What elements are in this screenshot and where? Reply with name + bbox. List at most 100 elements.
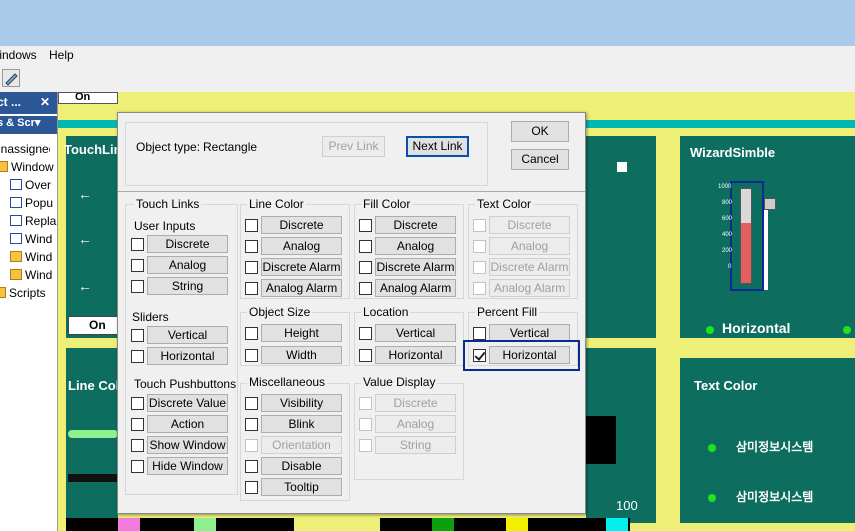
ui-discrete-button[interactable]: Discrete [147, 235, 228, 253]
next-link-button[interactable]: Next Link [406, 136, 469, 157]
fc-discrete-button[interactable]: Discrete [375, 216, 456, 234]
m-disable-button[interactable]: Disable [261, 457, 342, 475]
m-blink-checkbox[interactable] [245, 418, 258, 431]
os-width-checkbox[interactable] [245, 349, 258, 362]
tp-discrete-value-checkbox[interactable] [131, 397, 144, 410]
loc-horizontal-button[interactable]: Horizontal [375, 346, 456, 364]
swatch-pink[interactable] [118, 518, 140, 531]
swatch-cyan[interactable] [606, 518, 628, 531]
vd-discrete-button[interactable]: Discrete [375, 394, 456, 412]
txc-analog-button[interactable]: Analog [489, 237, 570, 255]
fc-discrete-alarm-checkbox[interactable] [359, 261, 372, 274]
close-icon[interactable]: ✕ [40, 95, 50, 109]
m-disable-checkbox[interactable] [245, 460, 258, 473]
m-blink-button[interactable]: Blink [261, 415, 342, 433]
wizard-gauge[interactable]: 1000 800 600 400 200 0 [718, 181, 764, 291]
fc-analog-checkbox[interactable] [359, 240, 372, 253]
fc-analog-alarm-checkbox[interactable] [359, 282, 372, 295]
fc-discrete-alarm-button[interactable]: Discrete Alarm [375, 258, 456, 276]
ui-analog-checkbox[interactable] [131, 259, 144, 272]
os-height-button[interactable]: Height [261, 324, 342, 342]
tp-show-window-checkbox[interactable] [131, 439, 144, 452]
tree-tab[interactable]: s & Scr▾ [0, 116, 57, 134]
loc-horizontal-label: Horizontal [388, 348, 443, 362]
m-orientation-button[interactable]: Orientation [261, 436, 342, 454]
swatch-brightyellow[interactable] [506, 518, 528, 531]
m-tooltip-button[interactable]: Tooltip [261, 478, 342, 496]
vd-string-button[interactable]: String [375, 436, 456, 454]
txc-discrete-button[interactable]: Discrete [489, 216, 570, 234]
menu-windows[interactable]: Windows [0, 48, 37, 62]
pf-vertical-checkbox[interactable] [473, 327, 486, 340]
lc-analog-button[interactable]: Analog [261, 237, 342, 255]
ok-button[interactable]: OK [511, 121, 569, 142]
tree-item-scripts[interactable]: Scripts [0, 286, 52, 304]
txc-analog-checkbox[interactable] [473, 240, 486, 253]
tree-item-wind-3[interactable]: Wind [10, 268, 57, 286]
txc-discrete-alarm-checkbox[interactable] [473, 261, 486, 274]
ui-analog-button[interactable]: Analog [147, 256, 228, 274]
sl-horizontal-checkbox[interactable] [131, 350, 144, 363]
loc-horizontal-checkbox[interactable] [359, 349, 372, 362]
tp-action-checkbox[interactable] [131, 418, 144, 431]
vd-string-checkbox[interactable] [359, 439, 372, 452]
swatch-yellow[interactable] [294, 518, 312, 531]
on-button[interactable]: On [68, 316, 118, 335]
lc-discrete-alarm-button[interactable]: Discrete Alarm [261, 258, 342, 276]
prev-link-button[interactable]: Prev Link [322, 136, 385, 157]
tree-item-wind-1[interactable]: Wind [10, 232, 57, 250]
gauge-handle[interactable] [764, 198, 776, 210]
swatch-lightgreen[interactable] [194, 518, 216, 531]
m-orientation-checkbox[interactable] [245, 439, 258, 452]
swatch-green[interactable] [432, 518, 454, 531]
txc-analog-alarm-checkbox[interactable] [473, 282, 486, 295]
pf-horizontal-checkbox[interactable] [473, 349, 486, 362]
fc-discrete-checkbox[interactable] [359, 219, 372, 232]
sl-vertical-checkbox[interactable] [131, 329, 144, 342]
tp-hide-window-checkbox[interactable] [131, 460, 144, 473]
tp-action-button[interactable]: Action [147, 415, 228, 433]
loc-vertical-checkbox[interactable] [359, 327, 372, 340]
tree-item-label: Window [11, 160, 54, 174]
txc-discrete-checkbox[interactable] [473, 219, 486, 232]
tp-hide-window-button[interactable]: Hide Window [147, 457, 228, 475]
m-visibility-checkbox[interactable] [245, 397, 258, 410]
tree-item-unassigned[interactable]: Unassigned [0, 142, 50, 160]
edit-tool-button[interactable] [2, 69, 20, 87]
top-on-button[interactable]: On [58, 92, 118, 104]
lc-discrete-alarm-checkbox[interactable] [245, 261, 258, 274]
vd-analog-button[interactable]: Analog [375, 415, 456, 433]
lc-analog-alarm-checkbox[interactable] [245, 282, 258, 295]
m-tooltip-checkbox[interactable] [245, 481, 258, 494]
sl-vertical-button[interactable]: Vertical [147, 326, 228, 344]
loc-vertical-button[interactable]: Vertical [375, 324, 456, 342]
ui-string-button[interactable]: String [147, 277, 228, 295]
cancel-button[interactable]: Cancel [511, 149, 569, 170]
txc-discrete-alarm-button[interactable]: Discrete Alarm [489, 258, 570, 276]
tree-item-wind-2[interactable]: Wind [10, 250, 57, 268]
os-height-checkbox[interactable] [245, 327, 258, 340]
m-visibility-button[interactable]: Visibility [261, 394, 342, 412]
tree-item-over[interactable]: Over [10, 178, 57, 196]
lc-discrete-checkbox[interactable] [245, 219, 258, 232]
menu-help[interactable]: Help [49, 48, 74, 62]
vd-discrete-checkbox[interactable] [359, 397, 372, 410]
lc-analog-alarm-button[interactable]: Analog Alarm [261, 279, 342, 297]
ui-discrete-checkbox[interactable] [131, 238, 144, 251]
vd-analog-checkbox[interactable] [359, 418, 372, 431]
fc-analog-button[interactable]: Analog [375, 237, 456, 255]
fc-analog-alarm-button[interactable]: Analog Alarm [375, 279, 456, 297]
os-width-button[interactable]: Width [261, 346, 342, 364]
tp-discrete-value-button[interactable]: Discrete Value [147, 394, 228, 412]
lc-analog-checkbox[interactable] [245, 240, 258, 253]
ui-string-checkbox[interactable] [131, 280, 144, 293]
tree-item-repla[interactable]: Repla [10, 214, 57, 232]
tree-item-popu[interactable]: Popu [10, 196, 57, 214]
lc-discrete-button[interactable]: Discrete [261, 216, 342, 234]
txc-analog-alarm-button[interactable]: Analog Alarm [489, 279, 570, 297]
tp-show-window-button[interactable]: Show Window [147, 436, 228, 454]
sl-horizontal-button[interactable]: Horizontal [147, 347, 228, 365]
pf-horizontal-button[interactable]: Horizontal [489, 346, 570, 364]
vd-string-label: String [399, 438, 432, 452]
tree-item-window[interactable]: Window [0, 160, 54, 178]
